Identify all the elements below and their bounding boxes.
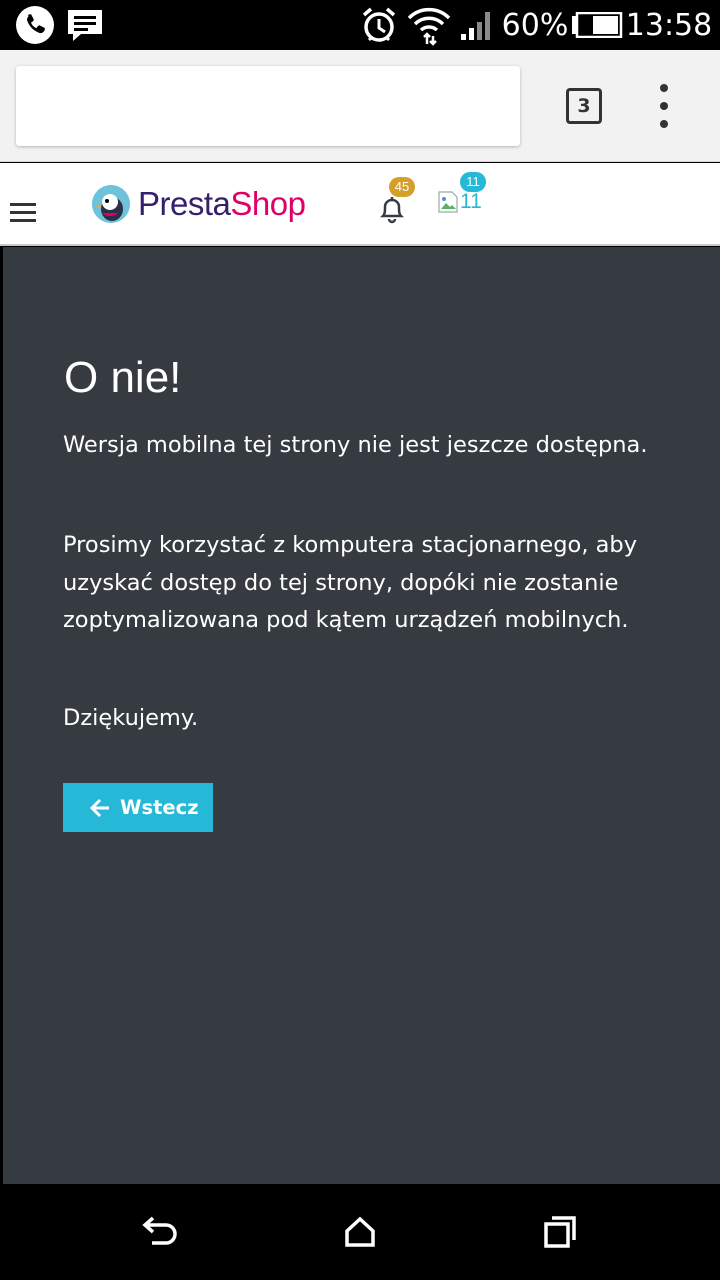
phone-icon (14, 0, 56, 50)
page-title: O nie! (64, 353, 182, 402)
thanks-paragraph: Dziękujemy. (63, 705, 199, 731)
notifications-count-badge: 45 (389, 177, 415, 197)
prestashop-logo[interactable]: Presta Shop (92, 183, 306, 225)
clock: 13:58 (625, 7, 713, 43)
logo-text-presta: Presta (138, 185, 231, 222)
browser-menu-button[interactable] (652, 84, 676, 128)
prestashop-logo-icon (92, 185, 130, 223)
home-nav-icon[interactable] (330, 1202, 390, 1262)
status-bar: 60% 13:58 (0, 0, 720, 50)
battery-percent: 60% (501, 7, 569, 43)
browser-toolbar: 3 (0, 50, 720, 162)
broken-image-alt-text: 11 (460, 190, 482, 213)
back-button[interactable]: Wstecz (63, 783, 213, 832)
back-nav-icon[interactable] (130, 1202, 190, 1262)
main-content: O nie! Wersja mobilna tej strony nie jes… (3, 247, 720, 1184)
arrow-left-icon (89, 797, 111, 819)
wifi-icon (406, 0, 452, 50)
instruction-paragraph: Prosimy korzystać z komputera stacjonarn… (63, 532, 638, 633)
message-icon (64, 0, 106, 50)
alarm-icon (358, 0, 400, 50)
tab-switcher-button[interactable]: 3 (566, 88, 602, 124)
recents-nav-icon[interactable] (530, 1202, 590, 1262)
hamburger-menu-icon[interactable] (10, 203, 36, 223)
message-paragraph: Wersja mobilna tej strony nie jest jeszc… (63, 432, 648, 458)
battery-icon (570, 0, 624, 50)
signal-icon (458, 0, 496, 50)
logo-text-shop: Shop (230, 185, 306, 222)
url-bar[interactable] (16, 66, 520, 146)
broken-image-icon[interactable]: 11 (438, 190, 486, 214)
back-button-label: Wstecz (120, 796, 199, 819)
system-nav-bar (0, 1184, 720, 1280)
app-header: Presta Shop (0, 163, 720, 246)
messages-count-badge: 11 (460, 172, 486, 192)
